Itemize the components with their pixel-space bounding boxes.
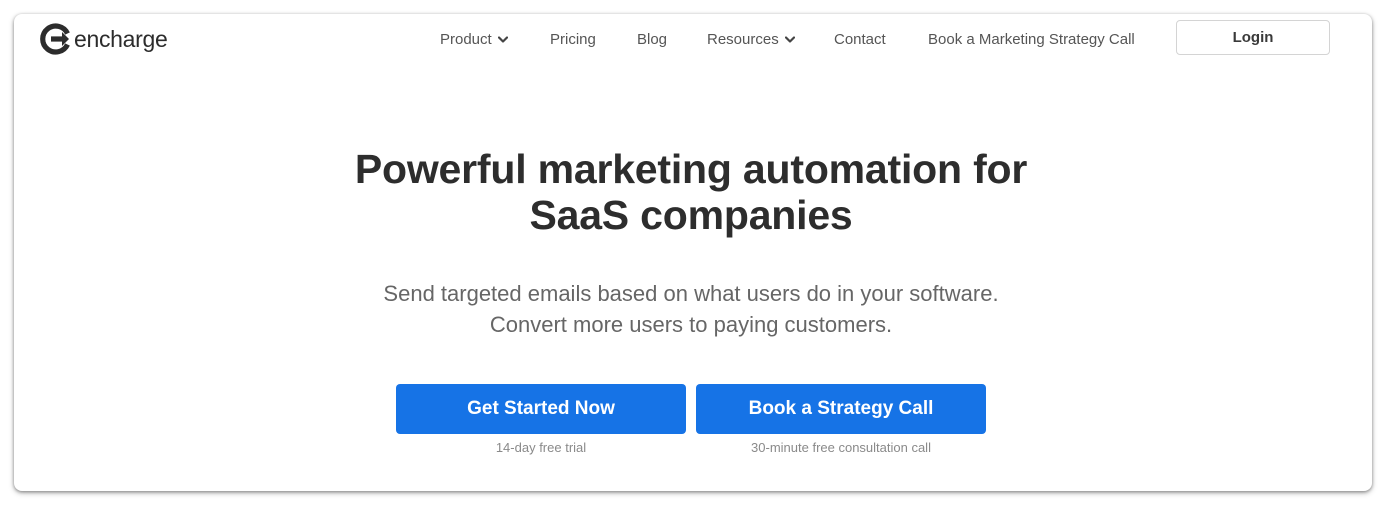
top-navbar: encharge Product Pricing Blog Resources … (14, 14, 1372, 66)
nav-item-book-strategy-call[interactable]: Book a Marketing Strategy Call (928, 31, 1135, 49)
nav-item-contact[interactable]: Contact (834, 31, 886, 49)
book-strategy-call-button[interactable]: Book a Strategy Call (696, 384, 986, 434)
nav-item-pricing[interactable]: Pricing (550, 31, 596, 49)
login-button[interactable]: Login (1176, 20, 1330, 55)
nav-item-label: Product (440, 31, 492, 48)
nav-item-label: Blog (637, 31, 668, 48)
nav-item-label: Resources (707, 31, 779, 48)
chevron-down-icon (497, 31, 508, 49)
nav-item-label: Pricing (550, 31, 596, 48)
free-trial-note: 14-day free trial (495, 440, 587, 455)
logo[interactable]: encharge (40, 23, 168, 55)
encharge-logo-icon (40, 23, 70, 55)
chevron-down-icon (784, 31, 795, 49)
browser-page: encharge Product Pricing Blog Resources … (14, 14, 1372, 491)
hero-title-line-2: SaaS companies (529, 192, 853, 238)
hero-subtitle-line-1: Send targeted emails based on what users… (383, 281, 999, 306)
logo-text: encharge (74, 25, 168, 52)
hero-title-line-1: Powerful marketing automation for (354, 146, 1028, 192)
hero-subtitle-line-2: Convert more users to paying customers. (489, 312, 893, 337)
nav-item-product[interactable]: Product (440, 31, 508, 49)
get-started-button[interactable]: Get Started Now (396, 384, 686, 434)
consultation-note: 30-minute free consultation call (751, 440, 931, 455)
nav-item-blog[interactable]: Blog (637, 31, 667, 49)
nav-item-resources[interactable]: Resources (707, 31, 795, 49)
hero-subtitle: Send targeted emails based on what users… (14, 278, 1368, 340)
nav-item-label: Contact (834, 31, 886, 48)
hero-title: Powerful marketing automation for SaaS c… (14, 146, 1368, 238)
nav-item-label: Book a Marketing Strategy Call (928, 31, 1135, 48)
